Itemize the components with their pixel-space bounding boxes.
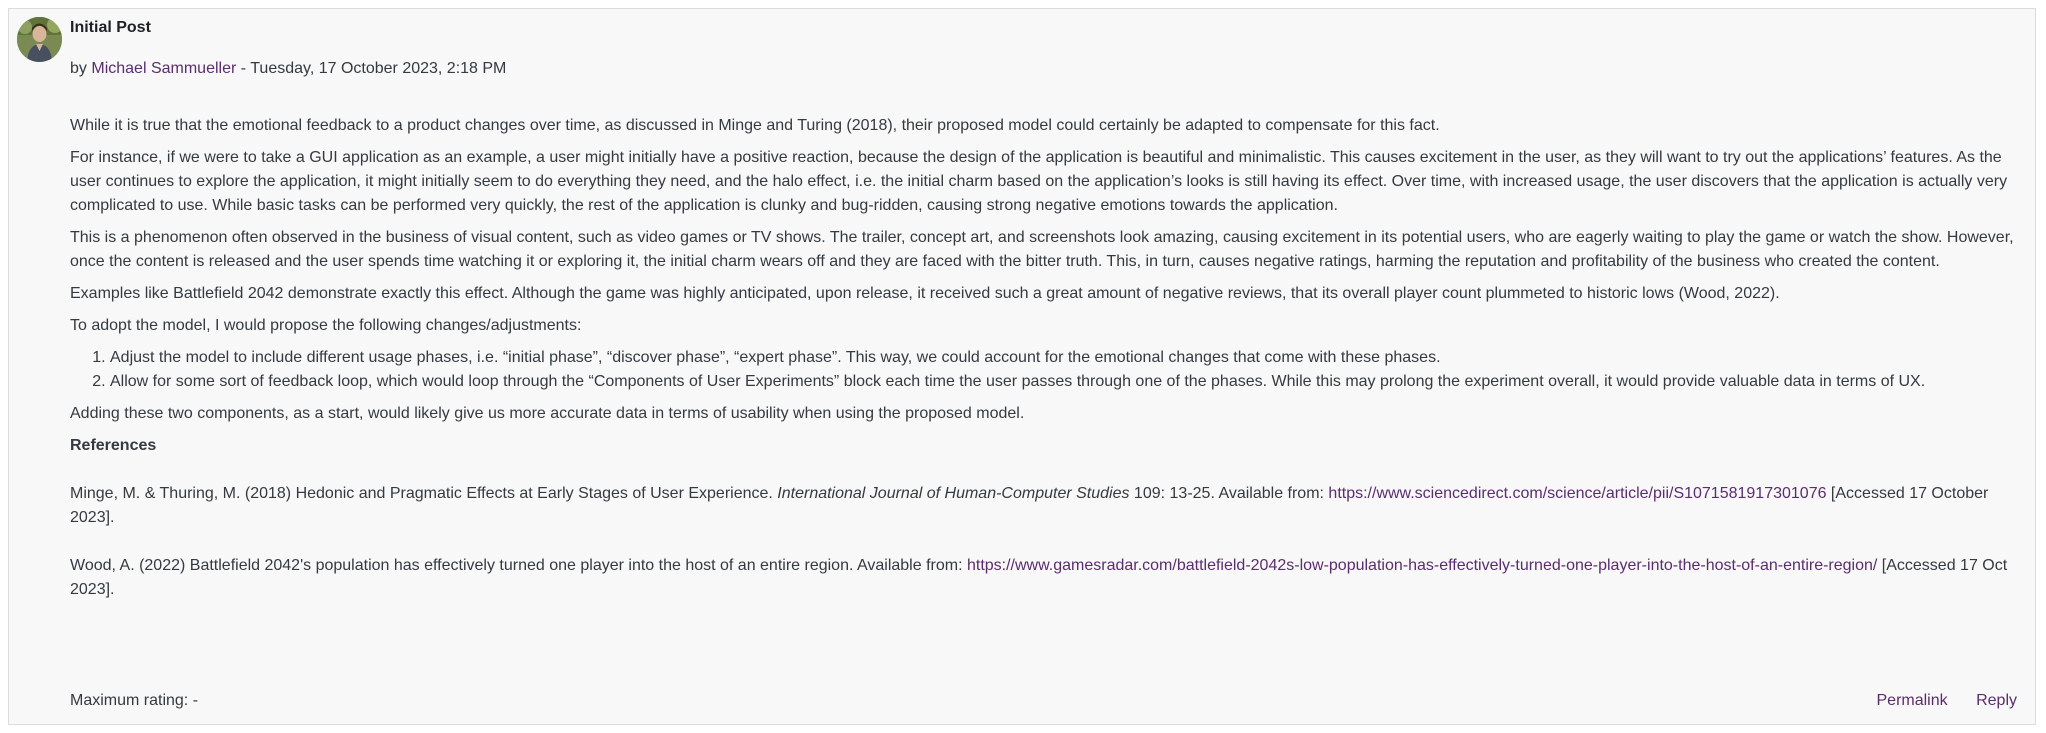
reply-link[interactable]: Reply <box>1976 692 2017 709</box>
author-link[interactable]: Michael Sammueller <box>91 60 236 77</box>
reference-text: Wood, A. (2022) Battlefield 2042's popul… <box>70 557 967 574</box>
avatar[interactable] <box>17 17 62 62</box>
list-item: Allow for some sort of feedback loop, wh… <box>110 370 2028 394</box>
paragraph: Examples like Battlefield 2042 demonstra… <box>70 285 1780 302</box>
closing-paragraph: Adding these two components, as a start,… <box>70 405 1025 422</box>
forum-post: Initial Post by Michael Sammueller - Tue… <box>8 8 2036 725</box>
paragraph: For instance, if we were to take a GUI a… <box>70 149 2008 214</box>
reference-journal: International Journal of Human-Computer … <box>777 485 1130 502</box>
by-prefix: by <box>70 60 87 77</box>
avatar-photo-icon <box>17 17 62 62</box>
reference-text: Minge, M. & Thuring, M. (2018) Hedonic a… <box>70 485 778 502</box>
reference-link[interactable]: https://www.gamesradar.com/battlefield-2… <box>967 557 1877 574</box>
paragraph: This is a phenomenon often observed in t… <box>70 229 2014 270</box>
reference-link[interactable]: https://www.sciencedirect.com/science/ar… <box>1328 485 1826 502</box>
reference-item: Wood, A. (2022) Battlefield 2042's popul… <box>70 554 2028 602</box>
post-actions: Permalink Reply <box>1853 689 2018 713</box>
author-line: by Michael Sammueller - Tuesday, 17 Octo… <box>70 59 2028 79</box>
list-item: Adjust the model to include different us… <box>110 346 2028 370</box>
reference-text: 109: 13-25. Available from: <box>1129 485 1329 502</box>
permalink-link[interactable]: Permalink <box>1877 692 1948 709</box>
post-date: - Tuesday, 17 October 2023, 2:18 PM <box>240 60 507 77</box>
paragraph: To adopt the model, I would propose the … <box>70 317 582 334</box>
reference-item: Minge, M. & Thuring, M. (2018) Hedonic a… <box>70 482 2028 530</box>
proposal-list: Adjust the model to include different us… <box>70 346 2028 394</box>
references-heading: References <box>70 437 157 454</box>
post-content: Initial Post by Michael Sammueller - Tue… <box>70 18 2028 626</box>
rating-text: Maximum rating: - <box>70 692 199 709</box>
post-body: While it is true that the emotional feed… <box>70 114 2028 602</box>
post-footer: Maximum rating: - Permalink Reply <box>70 689 2017 713</box>
post-subject: Initial Post <box>70 19 151 36</box>
paragraph: While it is true that the emotional feed… <box>70 117 1440 134</box>
